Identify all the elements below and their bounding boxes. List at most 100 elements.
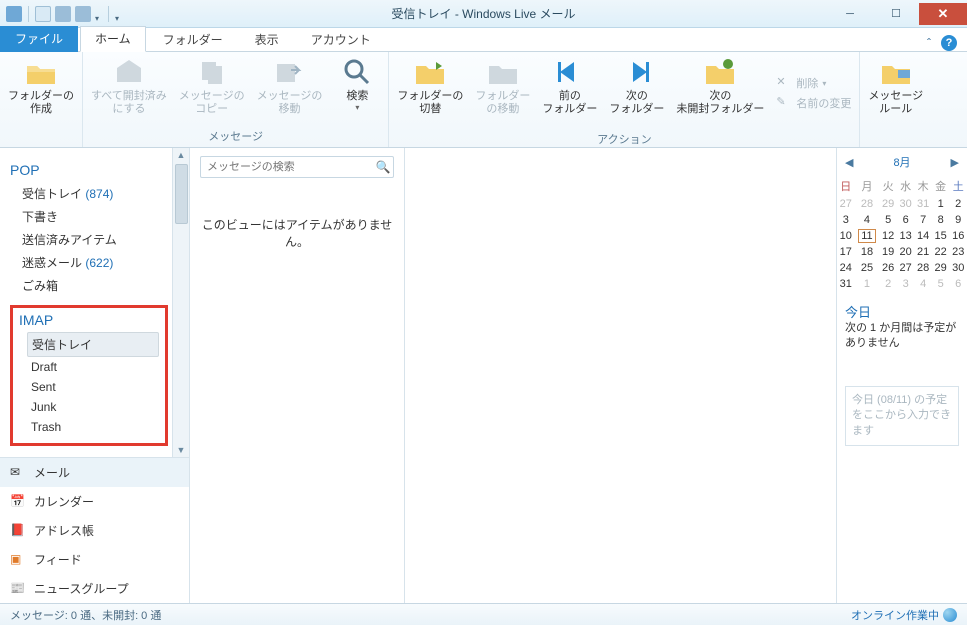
move-folder-button[interactable]: フォルダー の移動 xyxy=(475,56,530,116)
mark-all-read-button[interactable]: すべて開封済み にする xyxy=(91,56,167,116)
search-icon[interactable]: 🔍 xyxy=(373,160,393,174)
send-receive-icon[interactable] xyxy=(55,6,71,22)
cal-month[interactable]: 8月 xyxy=(893,154,910,170)
folder-junk-pop[interactable]: 迷惑メール (622) xyxy=(18,251,168,274)
cal-day[interactable]: 2 xyxy=(879,276,897,292)
cal-day[interactable]: 15 xyxy=(932,228,950,244)
minimize-button[interactable]: ─ xyxy=(827,3,873,25)
account-pop[interactable]: POP xyxy=(10,162,168,178)
cal-day[interactable]: 29 xyxy=(932,260,950,276)
cal-day[interactable]: 13 xyxy=(897,228,915,244)
status-online[interactable]: オンライン作業中 xyxy=(851,607,957,623)
cal-day[interactable]: 27 xyxy=(897,260,915,276)
cal-day[interactable]: 8 xyxy=(932,212,950,228)
folder-scrollbar[interactable]: ▲ ▼ xyxy=(172,148,189,457)
cal-day[interactable]: 11 xyxy=(855,228,880,244)
close-button[interactable]: ✕ xyxy=(919,3,967,25)
cal-day[interactable]: 17 xyxy=(837,244,855,260)
nav-mail[interactable]: ✉メール xyxy=(0,458,189,487)
search-input[interactable] xyxy=(201,161,373,173)
folder-drafts-pop[interactable]: 下書き xyxy=(18,205,168,228)
cal-day[interactable]: 3 xyxy=(837,212,855,228)
cal-day[interactable]: 20 xyxy=(897,244,915,260)
cal-day[interactable]: 29 xyxy=(879,196,897,212)
move-message-button[interactable]: メッセージの 移動 xyxy=(257,56,323,116)
nav-feeds[interactable]: ▣フィード xyxy=(0,545,189,574)
cal-day[interactable]: 16 xyxy=(949,228,967,244)
nav-news[interactable]: 📰ニュースグループ xyxy=(0,574,189,603)
cal-day[interactable]: 5 xyxy=(932,276,950,292)
cal-day[interactable]: 31 xyxy=(914,196,932,212)
cal-day[interactable]: 30 xyxy=(949,260,967,276)
rename-button[interactable]: ✎ 名前の変更 xyxy=(776,95,851,111)
maximize-button[interactable]: ☐ xyxy=(873,3,919,25)
message-rules-button[interactable]: メッセージ ルール xyxy=(868,56,923,116)
folder-junk-imap[interactable]: Junk xyxy=(27,397,159,417)
cal-day[interactable]: 23 xyxy=(949,244,967,260)
tab-account[interactable]: アカウント xyxy=(296,27,386,52)
cal-day[interactable]: 31 xyxy=(837,276,855,292)
delete-button[interactable]: ✕ 削除 ▾ xyxy=(776,75,826,91)
tab-file[interactable]: ファイル xyxy=(0,26,78,52)
cal-day[interactable]: 26 xyxy=(879,260,897,276)
scroll-up-icon[interactable]: ▲ xyxy=(177,148,186,162)
cal-day[interactable]: 28 xyxy=(914,260,932,276)
cal-day[interactable]: 3 xyxy=(897,276,915,292)
folder-sent-imap[interactable]: Sent xyxy=(27,377,159,397)
cal-day[interactable]: 14 xyxy=(914,228,932,244)
cal-prev-icon[interactable]: ◀ xyxy=(845,156,853,169)
cal-day[interactable]: 24 xyxy=(837,260,855,276)
scroll-down-icon[interactable]: ▼ xyxy=(177,443,186,457)
cal-day[interactable]: 1 xyxy=(855,276,880,292)
cal-day[interactable]: 19 xyxy=(879,244,897,260)
next-folder-button[interactable]: 次の フォルダー xyxy=(609,56,664,116)
search-box[interactable]: 🔍 xyxy=(200,156,394,178)
folder-inbox-pop[interactable]: 受信トレイ (874) xyxy=(18,182,168,205)
cal-day[interactable]: 2 xyxy=(949,196,967,212)
reply-icon[interactable] xyxy=(75,6,91,22)
search-button[interactable]: 検索 ▾ xyxy=(334,56,380,112)
cal-day[interactable]: 22 xyxy=(932,244,950,260)
create-folder-button[interactable]: フォルダーの 作成 xyxy=(8,56,74,116)
next-unread-folder-button[interactable]: 次の 未開封フォルダー xyxy=(676,56,764,116)
cal-next-icon[interactable]: ▶ xyxy=(951,156,959,169)
cal-day[interactable]: 25 xyxy=(855,260,880,276)
folder-trash-pop[interactable]: ごみ箱 xyxy=(18,274,168,297)
tab-home[interactable]: ホーム xyxy=(80,26,146,52)
cal-day[interactable]: 12 xyxy=(879,228,897,244)
prev-folder-button[interactable]: 前の フォルダー xyxy=(542,56,597,116)
copy-message-button[interactable]: メッセージの コピー xyxy=(179,56,245,116)
folder-draft-imap[interactable]: Draft xyxy=(27,357,159,377)
minimize-ribbon-icon[interactable]: ˆ xyxy=(927,36,931,50)
cal-day[interactable]: 1 xyxy=(932,196,950,212)
nav-calendar[interactable]: 📅カレンダー xyxy=(0,487,189,516)
help-icon[interactable]: ? xyxy=(941,35,957,51)
cal-day[interactable]: 7 xyxy=(914,212,932,228)
folder-inbox-imap[interactable]: 受信トレイ xyxy=(27,332,159,357)
cal-day[interactable]: 27 xyxy=(837,196,855,212)
tab-folder[interactable]: フォルダー xyxy=(148,27,238,52)
cal-day[interactable]: 30 xyxy=(897,196,915,212)
qat-dropdown[interactable] xyxy=(95,8,102,20)
qat-customize[interactable] xyxy=(115,8,122,20)
cal-day[interactable]: 4 xyxy=(914,276,932,292)
cal-day[interactable]: 28 xyxy=(855,196,880,212)
nav-contacts[interactable]: 📕アドレス帳 xyxy=(0,516,189,545)
scroll-thumb[interactable] xyxy=(175,164,188,224)
folder-sent-pop[interactable]: 送信済みアイテム xyxy=(18,228,168,251)
tab-view[interactable]: 表示 xyxy=(240,27,294,52)
cal-day[interactable]: 18 xyxy=(855,244,880,260)
toggle-folder-button[interactable]: フォルダーの 切替 xyxy=(397,56,463,116)
calendar-grid[interactable]: 日月火水木金土 27282930311234567891011121314151… xyxy=(837,176,967,292)
folder-trash-imap[interactable]: Trash xyxy=(27,417,159,437)
cal-day[interactable]: 6 xyxy=(897,212,915,228)
cal-day[interactable]: 10 xyxy=(837,228,855,244)
add-appointment-box[interactable]: 今日 (08/11) の予定をここから入力できます xyxy=(845,386,959,446)
account-imap[interactable]: IMAP xyxy=(19,312,159,328)
cal-day[interactable]: 5 xyxy=(879,212,897,228)
cal-day[interactable]: 21 xyxy=(914,244,932,260)
new-mail-icon[interactable] xyxy=(35,6,51,22)
cal-day[interactable]: 4 xyxy=(855,212,880,228)
cal-day[interactable]: 9 xyxy=(949,212,967,228)
cal-day[interactable]: 6 xyxy=(949,276,967,292)
